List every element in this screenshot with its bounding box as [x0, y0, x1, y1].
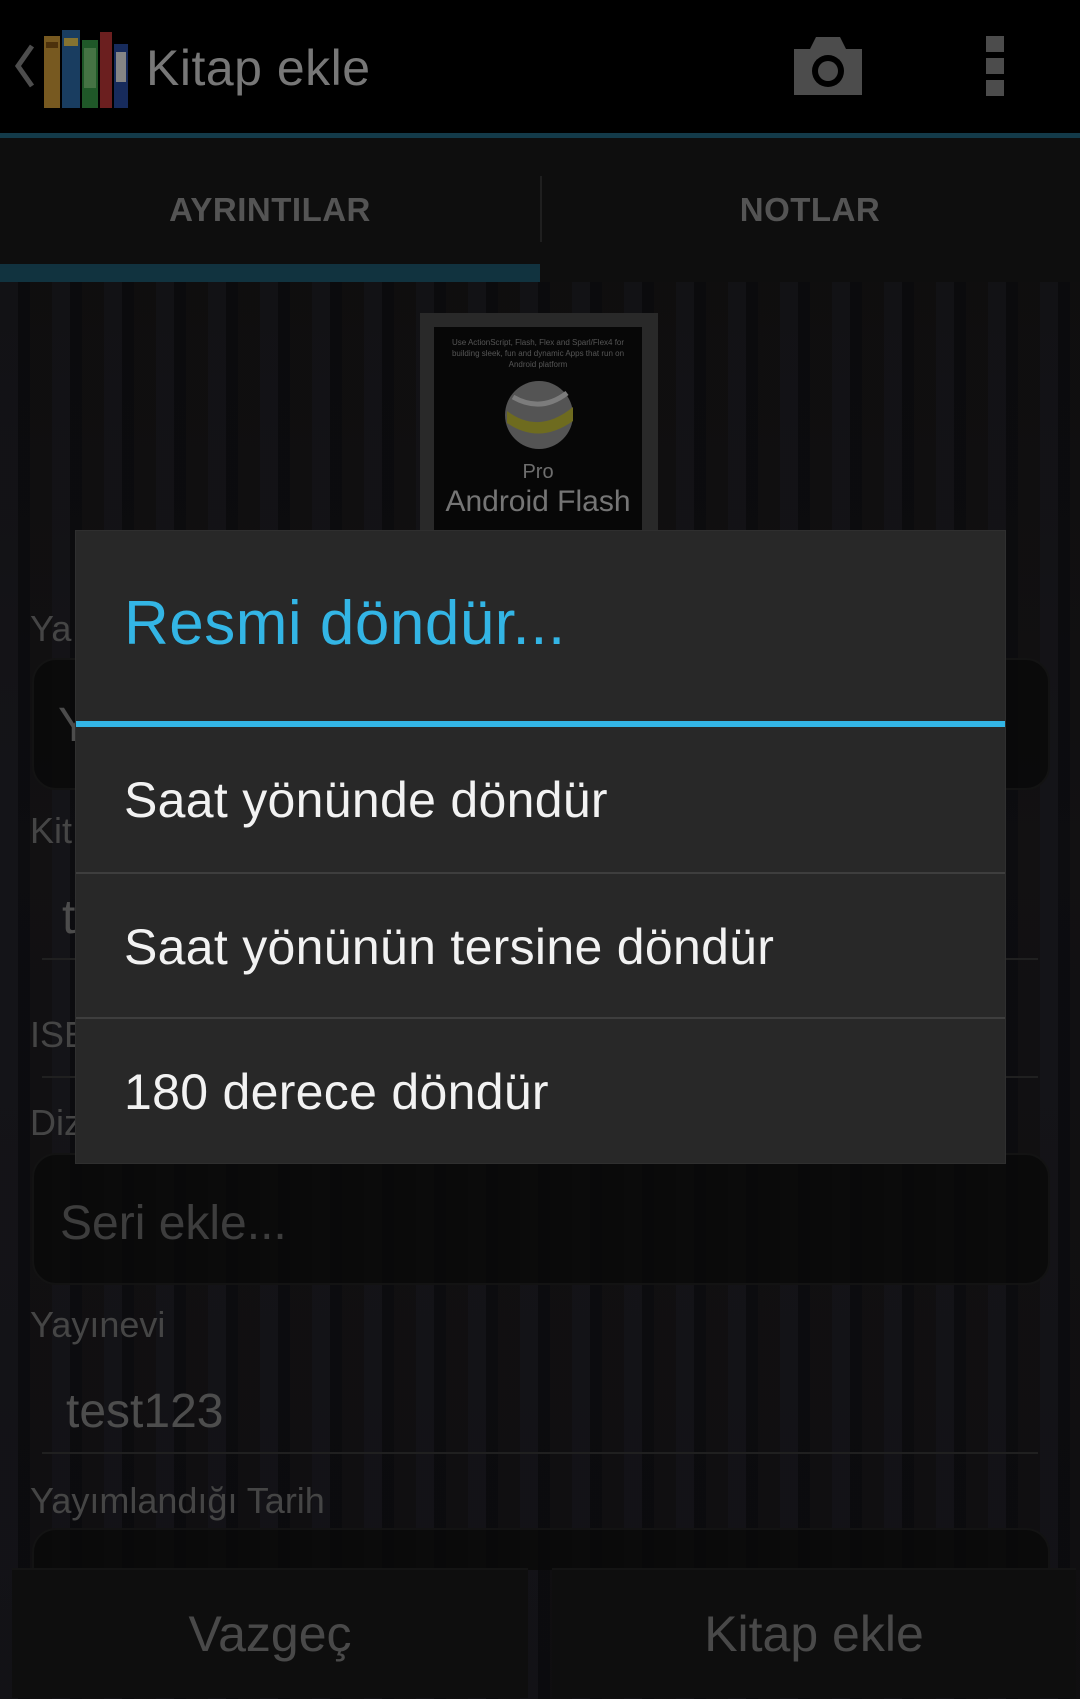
rotate-counterclockwise-option[interactable]: Saat yönünün tersine döndür: [76, 874, 1005, 1019]
rotate-image-dialog: Resmi döndür... Saat yönünde döndür Saat…: [76, 531, 1005, 1163]
rotate-clockwise-option[interactable]: Saat yönünde döndür: [76, 727, 1005, 872]
rotate-180-option[interactable]: 180 derece döndür: [76, 1019, 1005, 1164]
dialog-title: Resmi döndür...: [124, 589, 566, 658]
